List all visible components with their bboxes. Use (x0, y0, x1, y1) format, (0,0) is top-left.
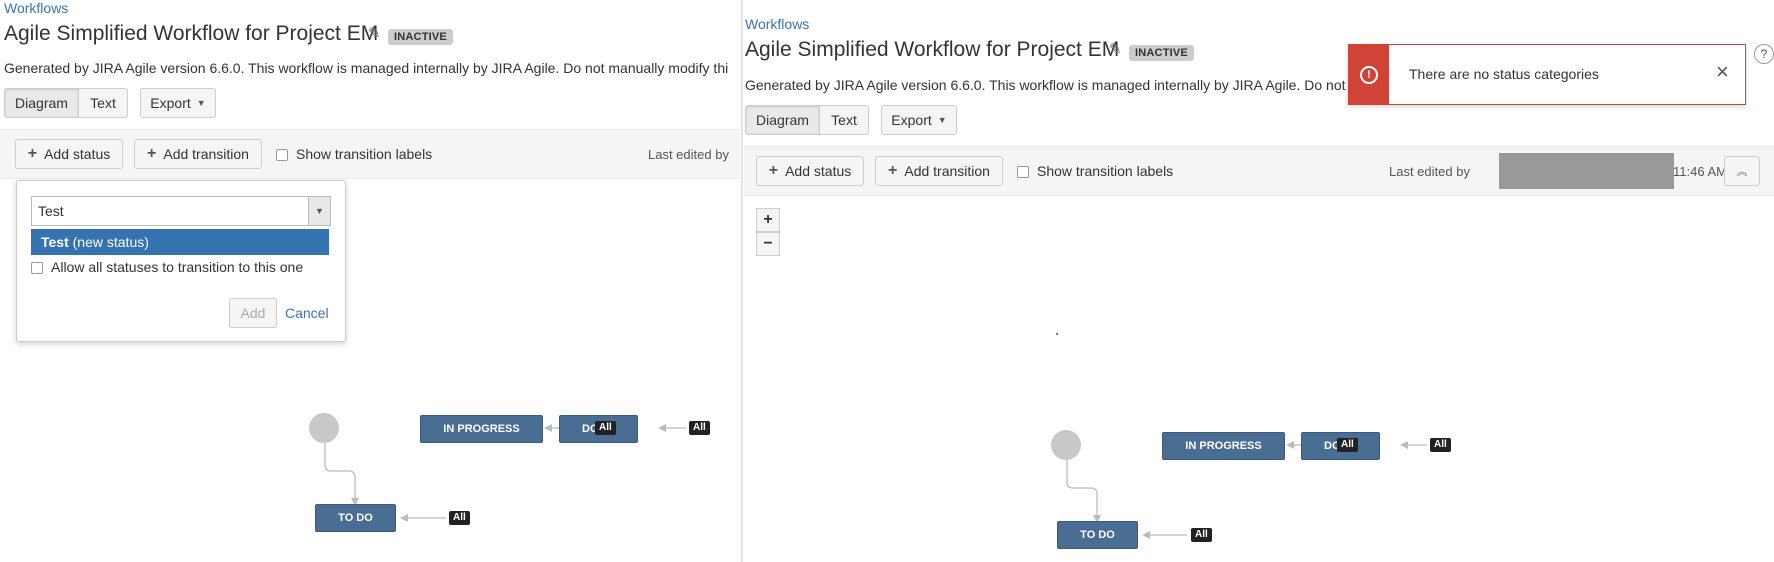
suggestion-name: Test (41, 234, 69, 250)
suggestion-hint: (new status) (68, 234, 149, 250)
error-message: There are no status categories (1409, 66, 1599, 82)
suggestion-new-status[interactable]: Test (new status) (31, 229, 329, 255)
close-icon[interactable]: × (1716, 59, 1729, 85)
all-transition-badge[interactable]: All (595, 421, 616, 435)
status-node-label: TO DO (1080, 529, 1115, 541)
add-button-label: Add (240, 305, 266, 321)
all-transition-badge[interactable]: All (1430, 438, 1451, 452)
all-transition-badge[interactable]: All (449, 511, 470, 525)
help-icon[interactable]: ? (1754, 44, 1774, 64)
add-status-dialog: Test ▼ Test (new status) Allow all statu… (16, 180, 346, 342)
error-icon-glyph: ! (1367, 68, 1371, 81)
error-icon: ! (1360, 65, 1378, 84)
status-node-label: IN PROGRESS (1185, 440, 1262, 452)
all-transition-badge[interactable]: All (689, 421, 710, 435)
status-node-todo[interactable]: TO DO (1057, 521, 1138, 549)
status-node-label: TO DO (338, 512, 373, 524)
workflow-panel-left: Workflows Agile Simplified Workflow for … (0, 0, 740, 562)
status-node-in-progress[interactable]: IN PROGRESS (420, 415, 543, 443)
status-name-input[interactable]: Test ▼ (31, 196, 331, 226)
chevron-down-icon[interactable]: ▼ (308, 197, 330, 225)
all-transition-badge[interactable]: All (1337, 438, 1358, 452)
initial-state-circle[interactable] (1051, 430, 1081, 460)
cancel-link[interactable]: Cancel (285, 305, 329, 321)
panel-divider (741, 0, 743, 562)
status-name-input-value: Test (38, 203, 64, 219)
all-transition-badge[interactable]: All (1191, 528, 1212, 542)
status-node-label: IN PROGRESS (443, 423, 520, 435)
initial-state-circle[interactable] (309, 413, 339, 443)
allow-all-label: Allow all statuses to transition to this… (51, 259, 304, 275)
status-node-in-progress[interactable]: IN PROGRESS (1162, 432, 1285, 460)
error-flag: ! There are no status categories × (1348, 44, 1746, 105)
status-node-todo[interactable]: TO DO (315, 504, 396, 532)
error-icon-box: ! (1349, 45, 1389, 104)
allow-all-checkbox[interactable] (31, 262, 43, 274)
add-button[interactable]: Add (229, 298, 277, 328)
